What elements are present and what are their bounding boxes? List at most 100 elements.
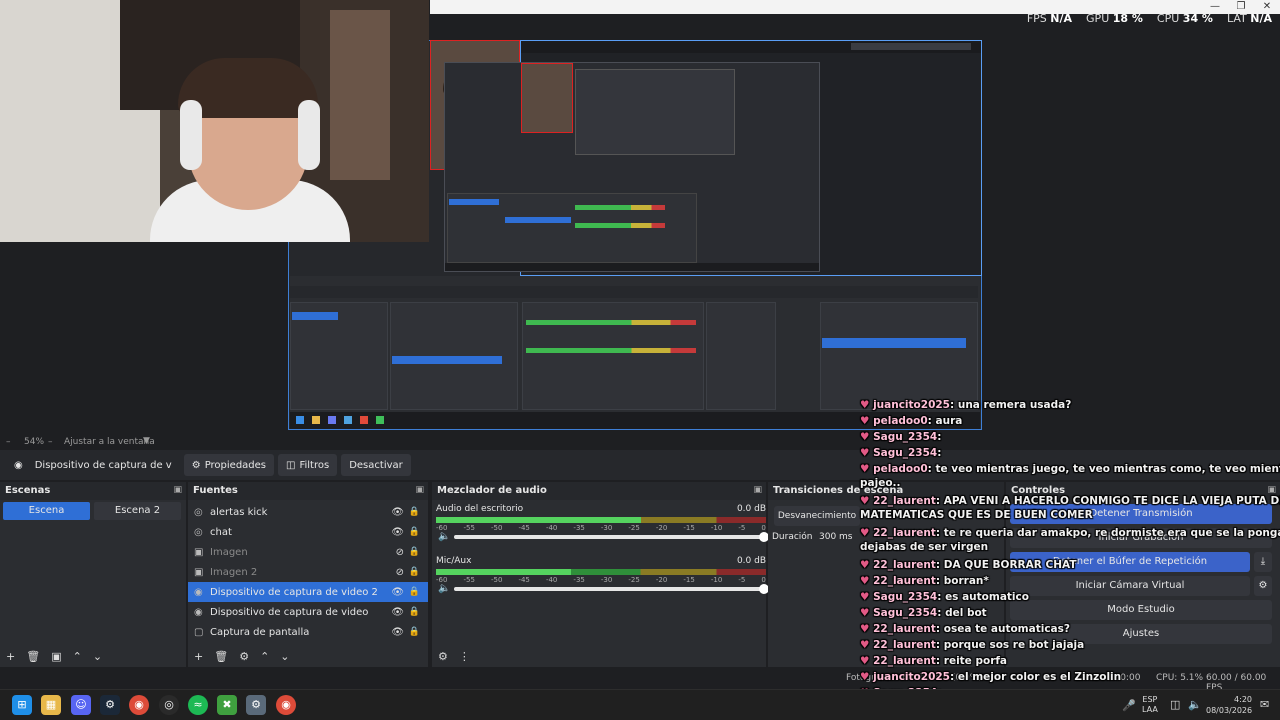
volume-slider[interactable] [454, 584, 769, 594]
chat-badge-icon: ♥ [860, 655, 874, 667]
visibility-icon[interactable]: 👁 [391, 527, 404, 538]
chat-username: 22_laurent [873, 559, 936, 571]
source-item[interactable]: ◉ Dispositivo de captura de video 👁 🔒 [188, 602, 428, 622]
chrome-profile-icon[interactable]: ◉ [276, 695, 296, 715]
chat-message: ♥ Sagu_2354: es automatico [860, 591, 1029, 603]
minimize-icon[interactable]: — [1202, 0, 1228, 14]
filter-icon[interactable]: ▣ [51, 650, 61, 663]
source-item[interactable]: ◎ alertas kick 👁 🔒 [188, 502, 428, 522]
globe-icon: ◎ [194, 506, 203, 518]
maximize-icon[interactable]: ❐ [1228, 0, 1254, 14]
lock-icon[interactable]: 🔒 [409, 627, 420, 637]
fit-window-label[interactable]: Ajustar a la ventana [64, 437, 155, 447]
visibility-icon[interactable]: 👁 [391, 587, 404, 598]
add-icon[interactable]: + [6, 650, 15, 663]
move-down-icon[interactable]: ⌄ [280, 650, 289, 663]
move-down-icon[interactable]: ⌄ [93, 650, 102, 663]
notifications-icon[interactable]: ✉ [1260, 698, 1269, 711]
chat-badge-icon: ♥ [860, 447, 874, 459]
image-icon: ▣ [194, 566, 204, 578]
transition-select[interactable]: Desvanecimiento [774, 506, 860, 526]
window-titlebar: — ❐ ✕ [430, 0, 1280, 14]
undock-icon[interactable]: ▣ [173, 485, 182, 495]
obs-icon[interactable]: ◎ [159, 695, 179, 715]
steam-icon[interactable]: ⚙ [100, 695, 120, 715]
chat-text: dejabas de ser virgen [860, 541, 989, 553]
chat-text: reite porfa [943, 655, 1008, 667]
language-indicator[interactable]: ESP LAA [1142, 695, 1158, 715]
undock-icon[interactable]: ▣ [753, 485, 762, 495]
properties-button[interactable]: ⚙ Propiedades [183, 454, 275, 476]
chat-text: borran* [943, 575, 989, 587]
gear-icon[interactable]: ⚙ [239, 650, 249, 663]
lock-icon[interactable]: 🔒 [409, 607, 420, 617]
scene-item[interactable]: Escena 2 [94, 502, 181, 520]
more-options-icon[interactable]: ⋮ [459, 650, 470, 663]
move-up-icon[interactable]: ⌃ [73, 650, 82, 663]
zoom-out-icon[interactable]: – [6, 437, 11, 447]
zoom-dropdown-icon[interactable]: ▼ [143, 436, 150, 446]
deactivate-button[interactable]: Desactivar [341, 454, 411, 476]
chat-username: 22_laurent [873, 639, 936, 651]
visibility-icon[interactable]: 👁 [391, 507, 404, 518]
network-icon[interactable]: ◫ [1170, 698, 1180, 711]
chat-badge-icon: ♥ [860, 559, 874, 571]
discord-icon[interactable]: ☺ [71, 695, 91, 715]
close-icon[interactable]: ✕ [1254, 0, 1280, 14]
camera-icon: ◉ [194, 586, 203, 598]
lock-icon[interactable]: 🔒 [409, 567, 420, 577]
duration-input[interactable]: 300 ms [816, 528, 862, 546]
scene-item[interactable]: Escena [3, 502, 90, 520]
lock-icon[interactable]: 🔒 [409, 587, 420, 597]
hidden-icon[interactable]: ⊘ [396, 567, 404, 578]
chat-message: ♥ peladoo0: te veo mientras juego, te ve… [860, 462, 1280, 476]
speaker-icon[interactable]: 🔈 [438, 583, 450, 594]
trash-icon[interactable]: 🗑 [214, 650, 228, 663]
chat-username: juancito2025 [873, 399, 950, 411]
source-item[interactable]: ◎ chat 👁 🔒 [188, 522, 428, 542]
trash-icon[interactable]: 🗑 [26, 650, 40, 663]
volume-slider[interactable] [454, 532, 769, 542]
lock-icon[interactable]: 🔒 [409, 527, 420, 537]
source-item-selected[interactable]: ◉ Dispositivo de captura de video 2 👁 🔒 [188, 582, 428, 602]
chat-badge-icon: ♥ [860, 639, 874, 651]
chat-message: pajeo.. [860, 476, 901, 490]
volume-icon[interactable]: 🔈 [1188, 698, 1202, 711]
scenes-dock-footer: + 🗑 ▣ ⌃ ⌄ [0, 645, 186, 667]
source-item[interactable]: ▣ Imagen 2 ⊘ 🔒 [188, 562, 428, 582]
move-up-icon[interactable]: ⌃ [260, 650, 269, 663]
speaker-icon[interactable]: 🔈 [438, 531, 450, 542]
chat-badge-icon: ♥ [860, 431, 874, 443]
sources-list: ◎ alertas kick 👁 🔒 ◎ chat 👁 🔒 ▣ Imagen ⊘ 🔒 ▣ Image… [188, 500, 428, 642]
clock[interactable]: 4:20 08/03/2026 [1206, 694, 1252, 716]
visibility-icon[interactable]: 👁 [391, 627, 404, 638]
chrome-icon[interactable]: ◉ [129, 695, 149, 715]
chat-badge-icon: ♥ [860, 623, 874, 635]
spotify-icon[interactable]: ≈ [188, 695, 208, 715]
hidden-icon[interactable]: ⊘ [396, 547, 404, 558]
microphone-icon[interactable]: 🎤 [1122, 699, 1136, 712]
chat-text: porque sos re bot jajaja [943, 639, 1085, 651]
visibility-icon[interactable]: 👁 [391, 607, 404, 618]
chat-username: Sagu_2354 [873, 607, 938, 619]
channel-db: 0.0 dB [736, 504, 766, 514]
source-item[interactable]: ▣ Imagen ⊘ 🔒 [188, 542, 428, 562]
settings-gear-icon[interactable]: ⚙ [246, 695, 266, 715]
zoom-in-icon[interactable]: – [48, 437, 53, 447]
add-icon[interactable]: + [194, 650, 203, 663]
file-explorer-icon[interactable]: ▦ [41, 695, 61, 715]
source-item[interactable]: ▢ Captura de pantalla 👁 🔒 [188, 622, 428, 642]
windows-start-icon[interactable]: ⊞ [12, 695, 32, 715]
mixer-dock-header: Mezclador de audio ▣ [432, 482, 766, 500]
lock-icon[interactable]: 🔒 [409, 507, 420, 517]
undock-icon[interactable]: ▣ [415, 485, 424, 495]
chat-text: APA VENI A HACERLO CONMIGO TE DICE LA VI… [943, 495, 1280, 507]
mixer-settings-icon[interactable]: ⚙ [438, 650, 448, 663]
filters-button[interactable]: ◫ Filtros [278, 454, 338, 476]
xbox-icon[interactable]: ✖ [217, 695, 237, 715]
chat-text: pajeo.. [860, 477, 901, 489]
lock-icon[interactable]: 🔒 [409, 547, 420, 557]
level-meter [436, 569, 766, 575]
camera-icon: ◉ [194, 606, 203, 618]
mixer-dock-footer: ⚙ ⋮ [432, 645, 766, 667]
